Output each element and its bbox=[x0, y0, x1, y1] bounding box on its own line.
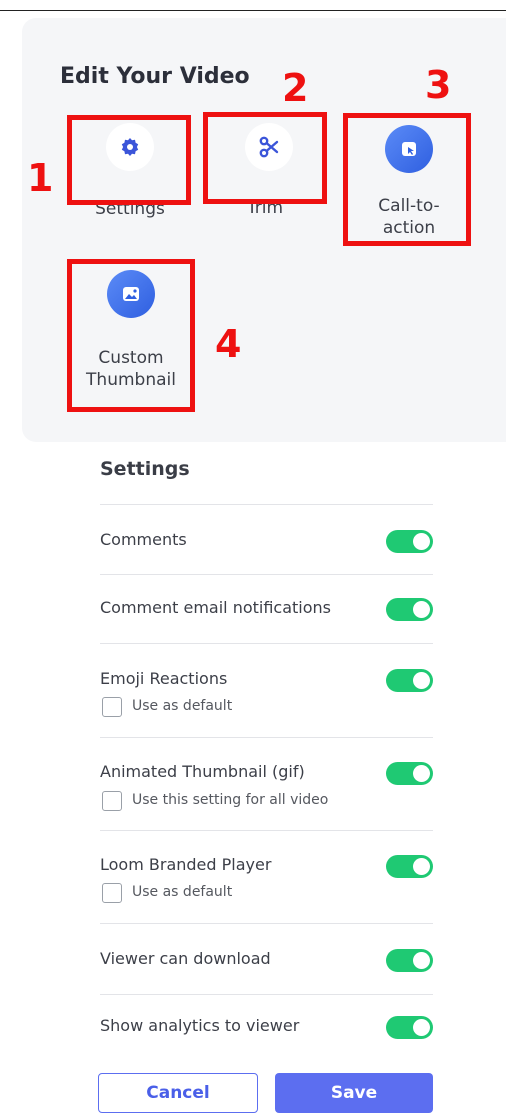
loom-branded-player-toggle[interactable] bbox=[386, 855, 433, 878]
setting-row-emoji-reactions: Emoji Reactions Use as default bbox=[100, 669, 433, 719]
viewer-download-toggle[interactable] bbox=[386, 949, 433, 972]
toggle-knob bbox=[413, 765, 430, 782]
setting-label: Animated Thumbnail (gif) bbox=[100, 762, 305, 781]
setting-label: Emoji Reactions bbox=[100, 669, 228, 688]
divider bbox=[100, 737, 433, 738]
divider bbox=[100, 994, 433, 995]
checkbox-label: Use as default bbox=[132, 698, 233, 714]
setting-row-comments: Comments bbox=[100, 530, 433, 554]
divider bbox=[100, 830, 433, 831]
divider bbox=[100, 574, 433, 575]
setting-row-animated-thumbnail: Animated Thumbnail (gif) Use this settin… bbox=[100, 762, 433, 814]
show-analytics-toggle[interactable] bbox=[386, 1016, 433, 1039]
setting-label: Comments bbox=[100, 530, 187, 549]
annotation-box-2 bbox=[203, 112, 327, 204]
annotation-box-1 bbox=[67, 115, 191, 205]
save-button[interactable]: Save bbox=[275, 1073, 433, 1113]
comment-email-toggle[interactable] bbox=[386, 598, 433, 621]
annotation-box-4 bbox=[67, 259, 195, 412]
setting-label: Loom Branded Player bbox=[100, 855, 272, 874]
comments-toggle[interactable] bbox=[386, 530, 433, 553]
setting-label: Comment email notifications bbox=[100, 598, 331, 617]
panel-title: Edit Your Video bbox=[60, 64, 250, 89]
checkbox-label: Use this setting for all video bbox=[132, 792, 329, 808]
toggle-knob bbox=[413, 601, 430, 618]
animated-thumbnail-toggle[interactable] bbox=[386, 762, 433, 785]
setting-row-loom-branded-player: Loom Branded Player Use as default bbox=[100, 855, 433, 905]
annotation-number-2: 2 bbox=[282, 66, 309, 110]
toggle-knob bbox=[413, 858, 430, 875]
toggle-knob bbox=[413, 952, 430, 969]
annotation-number-4: 4 bbox=[215, 322, 242, 366]
settings-title: Settings bbox=[100, 458, 190, 480]
emoji-reactions-toggle[interactable] bbox=[386, 669, 433, 692]
annotation-number-3: 3 bbox=[425, 63, 452, 107]
divider bbox=[100, 923, 433, 924]
divider bbox=[100, 643, 433, 644]
setting-row-show-analytics: Show analytics to viewer bbox=[100, 1016, 433, 1040]
annotation-box-3 bbox=[343, 113, 471, 246]
annotation-number-1: 1 bbox=[27, 156, 54, 200]
checkbox-label: Use as default bbox=[132, 884, 233, 900]
toggle-knob bbox=[413, 672, 430, 689]
loom-branded-default-checkbox[interactable] bbox=[102, 883, 122, 903]
emoji-default-checkbox[interactable] bbox=[102, 697, 122, 717]
animated-thumbnail-all-checkbox[interactable] bbox=[102, 791, 122, 811]
toggle-knob bbox=[413, 533, 430, 550]
top-divider bbox=[0, 10, 506, 11]
cancel-button[interactable]: Cancel bbox=[98, 1073, 258, 1113]
setting-row-comment-email: Comment email notifications bbox=[100, 598, 433, 622]
setting-row-viewer-download: Viewer can download bbox=[100, 949, 433, 973]
divider bbox=[100, 504, 433, 505]
setting-label: Show analytics to viewer bbox=[100, 1016, 300, 1035]
toggle-knob bbox=[413, 1019, 430, 1036]
setting-label: Viewer can download bbox=[100, 949, 271, 968]
